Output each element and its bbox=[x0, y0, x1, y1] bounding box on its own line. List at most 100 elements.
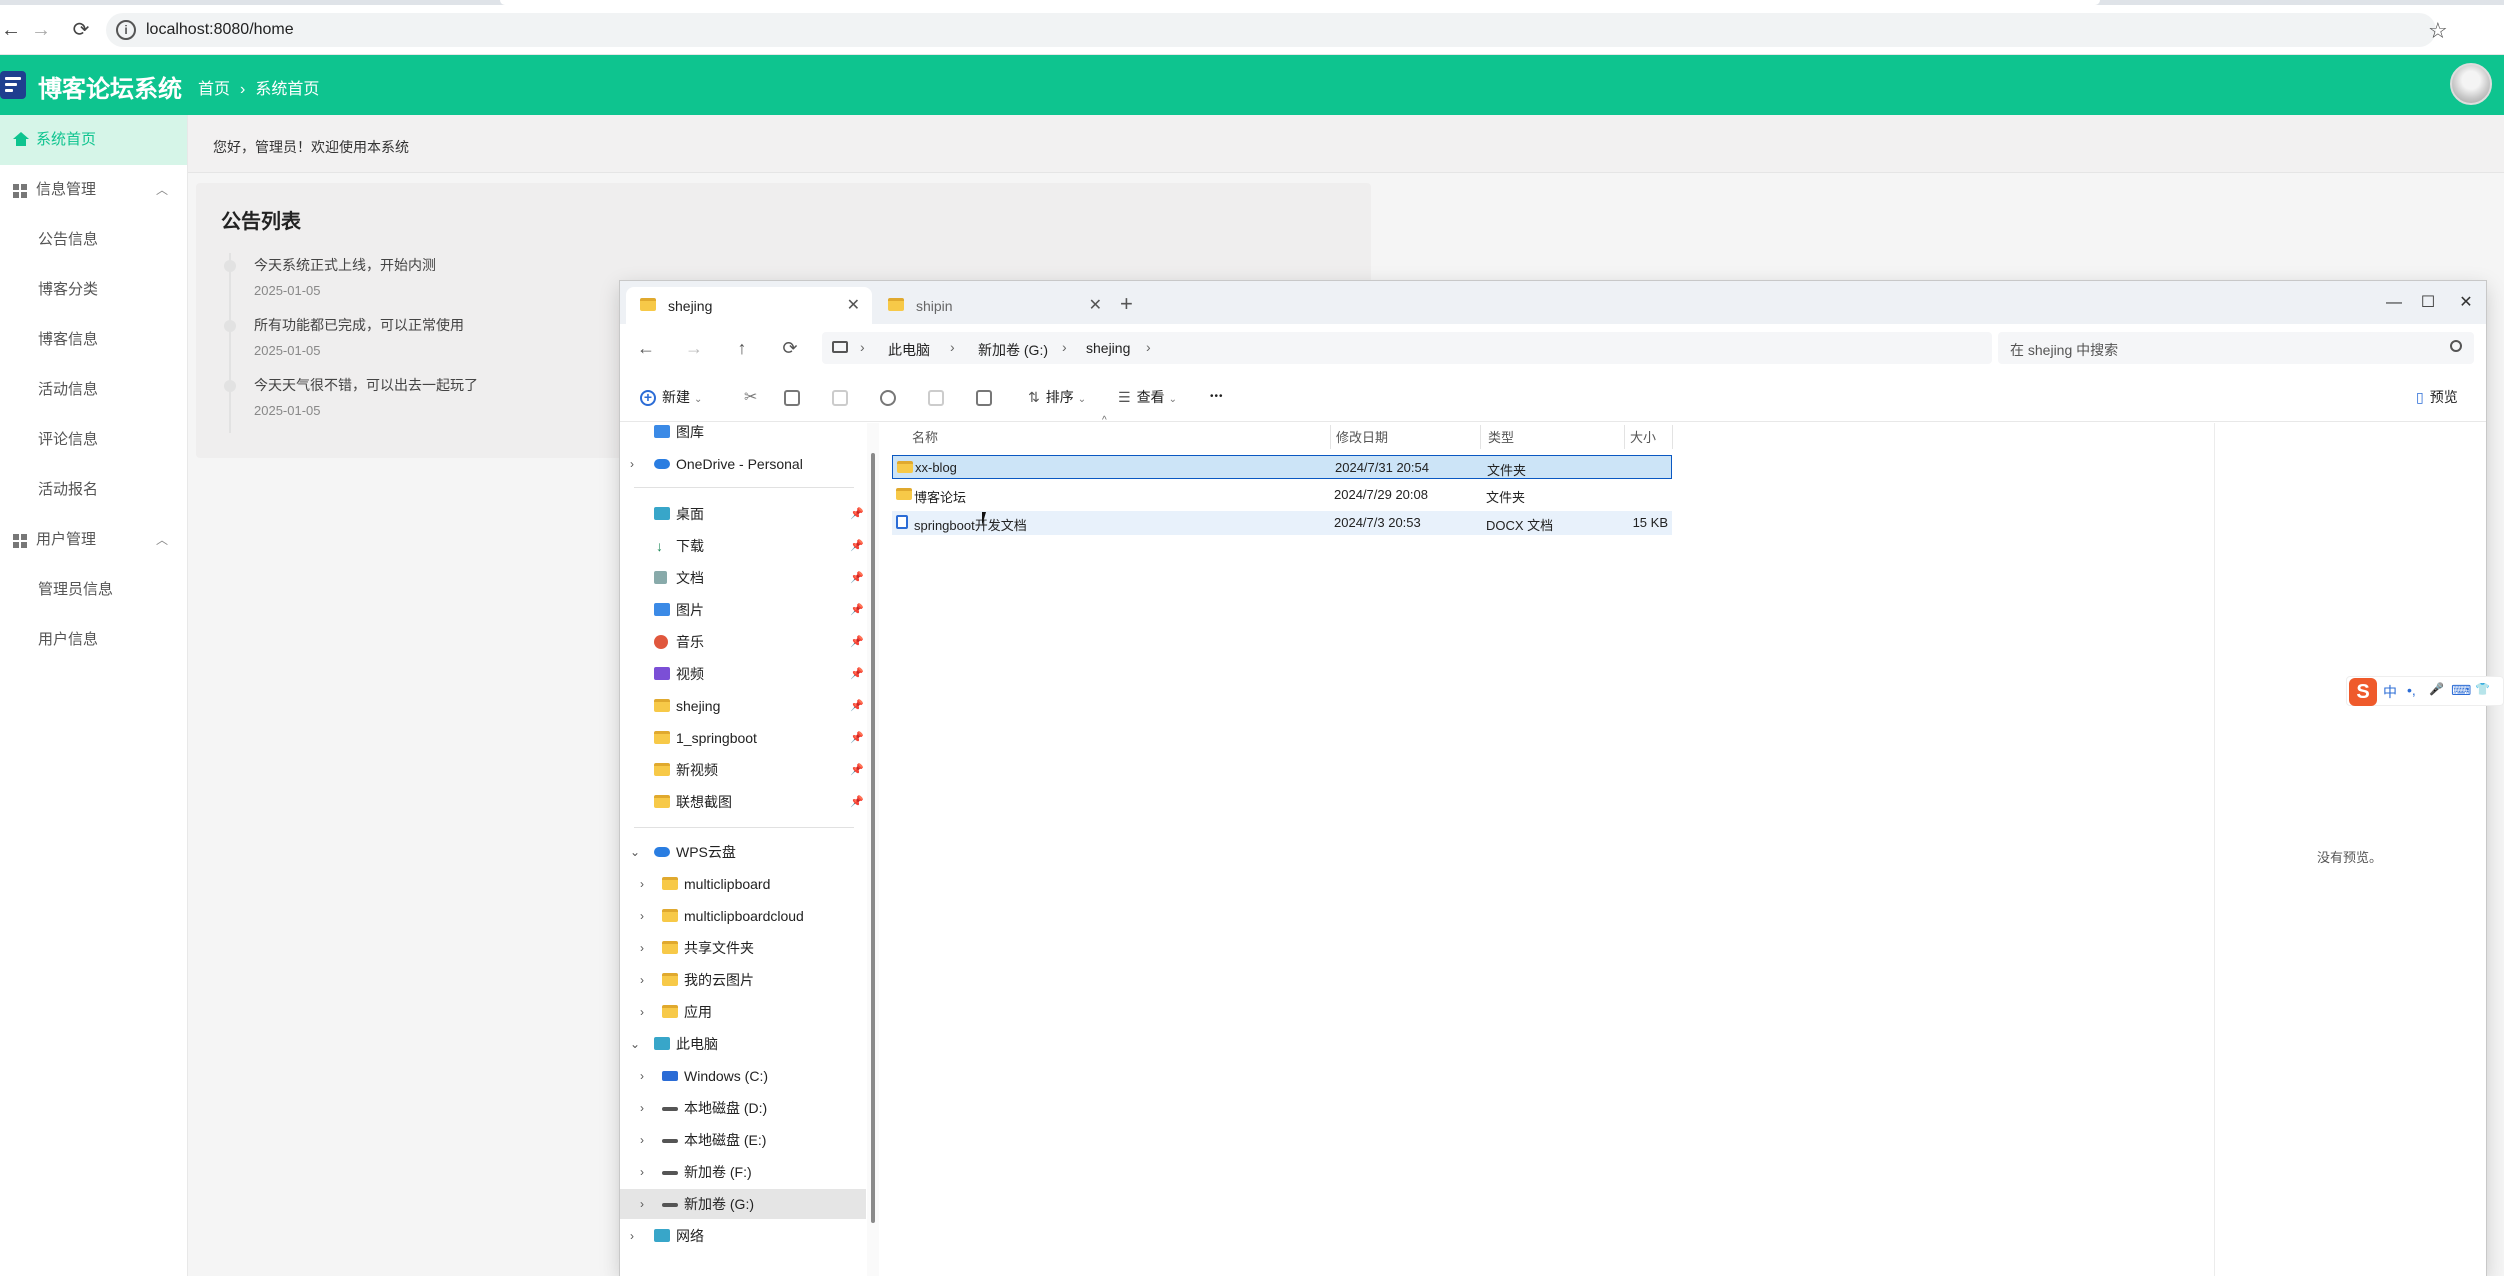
chevron-right-icon[interactable]: › bbox=[640, 1157, 644, 1187]
explorer-search-input[interactable]: 在 shejing 中搜索 bbox=[1998, 332, 2474, 364]
menu-item-home[interactable]: 系统首页 bbox=[0, 115, 187, 165]
nav-item-apps[interactable]: › 应用 bbox=[620, 997, 866, 1027]
delete-button[interactable] bbox=[976, 386, 992, 408]
menu-item-notice[interactable]: 公告信息 bbox=[0, 215, 187, 265]
nav-item-this-pc[interactable]: ⌄ 此电脑 bbox=[620, 1029, 866, 1059]
menu-item-activity-signup[interactable]: 活动报名 bbox=[0, 465, 187, 515]
address-segment[interactable]: shejing bbox=[1086, 340, 1130, 356]
nav-item-videos[interactable]: 视频 📌 bbox=[620, 659, 866, 689]
nav-item-documents[interactable]: 文档 📌 bbox=[620, 563, 866, 593]
menu-item-comment-info[interactable]: 评论信息 bbox=[0, 415, 187, 465]
column-divider[interactable] bbox=[1330, 425, 1331, 449]
nav-item-onedrive[interactable]: › OneDrive - Personal bbox=[620, 449, 866, 479]
explorer-refresh-button[interactable]: ⟳ bbox=[778, 336, 802, 360]
more-options-button[interactable]: ••• bbox=[1210, 386, 1224, 408]
explorer-address-bar[interactable]: › 此电脑 › 新加卷 (G:) › shejing › bbox=[822, 332, 1992, 364]
share-button[interactable] bbox=[928, 386, 944, 408]
chevron-right-icon[interactable]: › bbox=[640, 1125, 644, 1155]
nav-item-drive-e[interactable]: › 本地磁盘 (E:) bbox=[620, 1125, 866, 1155]
explorer-up-button[interactable]: ↑ bbox=[730, 336, 754, 360]
scrollbar-thumb[interactable] bbox=[871, 453, 875, 1223]
copy-button[interactable] bbox=[784, 386, 800, 408]
bookmark-star-icon[interactable]: ☆ bbox=[2428, 18, 2448, 44]
nav-item-drive-d[interactable]: › 本地磁盘 (D:) bbox=[620, 1093, 866, 1123]
explorer-tab-shejing[interactable]: shejing ✕ bbox=[626, 287, 872, 324]
nav-item-new-videos[interactable]: 新视频 📌 bbox=[620, 755, 866, 785]
nav-item-gallery[interactable]: 图库 bbox=[620, 423, 866, 447]
chevron-right-icon[interactable]: › bbox=[630, 449, 634, 479]
nav-item-springboot[interactable]: 1_springboot 📌 bbox=[620, 723, 866, 753]
maximize-button[interactable]: ☐ bbox=[2408, 289, 2448, 317]
chevron-right-icon[interactable]: › bbox=[640, 1189, 644, 1219]
nav-item-drive-g[interactable]: › 新加卷 (G:) bbox=[620, 1189, 866, 1219]
view-button[interactable]: ☰ 查看 ⌄ bbox=[1118, 386, 1177, 408]
preview-pane-button[interactable]: ▯ 预览 bbox=[2416, 386, 2458, 408]
address-segment[interactable]: 此电脑 bbox=[888, 340, 930, 360]
menu-item-blog-info[interactable]: 博客信息 bbox=[0, 315, 187, 365]
chevron-right-icon[interactable]: › bbox=[640, 965, 644, 995]
nav-item-drive-f[interactable]: › 新加卷 (F:) bbox=[620, 1157, 866, 1187]
chevron-right-icon[interactable]: › bbox=[640, 901, 644, 931]
nav-item-music[interactable]: 音乐 📌 bbox=[620, 627, 866, 657]
sort-button[interactable]: ⇅ 排序 ⌄ bbox=[1028, 386, 1086, 408]
new-button[interactable]: + 新建 ⌄ bbox=[640, 386, 702, 408]
column-divider[interactable] bbox=[1672, 425, 1673, 449]
url-text[interactable]: localhost:8080/home bbox=[146, 21, 294, 39]
new-tab-button[interactable]: + bbox=[1120, 291, 1133, 317]
file-row[interactable]: springboot开发文档 2024/7/3 20:53 DOCX 文档 15… bbox=[892, 511, 1672, 535]
nav-item-cloud-pictures[interactable]: › 我的云图片 bbox=[620, 965, 866, 995]
menu-item-activity-info[interactable]: 活动信息 bbox=[0, 365, 187, 415]
chevron-down-icon[interactable]: ⌄ bbox=[630, 1029, 640, 1059]
column-divider[interactable] bbox=[1480, 425, 1481, 449]
menu-group-info[interactable]: 信息管理 ︿ bbox=[0, 165, 187, 215]
menu-item-blog-category[interactable]: 博客分类 bbox=[0, 265, 187, 315]
tab-close-icon[interactable]: ✕ bbox=[1089, 295, 1102, 315]
paste-button[interactable] bbox=[832, 386, 848, 408]
nav-pane-scrollbar[interactable] bbox=[867, 423, 879, 1276]
chevron-right-icon[interactable]: › bbox=[640, 869, 644, 899]
breadcrumb-home[interactable]: 首页 bbox=[198, 81, 230, 98]
nav-item-multiclipboardcloud[interactable]: › multiclipboardcloud bbox=[620, 901, 866, 931]
user-avatar[interactable] bbox=[2450, 63, 2492, 105]
ime-punctuation-toggle[interactable]: •, bbox=[2407, 682, 2416, 698]
nav-item-drive-c[interactable]: › Windows (C:) bbox=[620, 1061, 866, 1091]
column-header-name[interactable]: 名称 bbox=[912, 427, 938, 446]
site-info-icon[interactable]: i bbox=[116, 20, 136, 40]
tab-close-icon[interactable]: ✕ bbox=[847, 295, 860, 315]
chevron-right-icon[interactable]: › bbox=[640, 933, 644, 963]
menu-group-user[interactable]: 用户管理 ︿ bbox=[0, 515, 187, 565]
chevron-right-icon[interactable]: › bbox=[640, 997, 644, 1027]
nav-item-downloads[interactable]: ↓ 下载 📌 bbox=[620, 531, 866, 561]
address-bar[interactable]: i localhost:8080/home bbox=[106, 13, 2436, 47]
nav-item-shared-folder[interactable]: › 共享文件夹 bbox=[620, 933, 866, 963]
file-row[interactable]: 博客论坛 2024/7/29 20:08 文件夹 bbox=[892, 483, 1672, 507]
rename-button[interactable] bbox=[880, 386, 896, 408]
nav-item-pictures[interactable]: 图片 📌 bbox=[620, 595, 866, 625]
nav-item-wps-cloud[interactable]: ⌄ WPS云盘 bbox=[620, 837, 866, 867]
column-divider[interactable] bbox=[1624, 425, 1625, 449]
nav-item-desktop[interactable]: 桌面 📌 bbox=[620, 499, 866, 529]
column-header-type[interactable]: 类型 bbox=[1488, 427, 1514, 446]
file-row[interactable]: xx-blog 2024/7/31 20:54 文件夹 bbox=[892, 455, 1672, 479]
column-header-size[interactable]: 大小 bbox=[1630, 427, 1656, 446]
browser-forward-button[interactable]: → bbox=[26, 15, 56, 45]
chevron-right-icon[interactable]: › bbox=[640, 1061, 644, 1091]
nav-item-multiclipboard[interactable]: › multiclipboard bbox=[620, 869, 866, 899]
chevron-right-icon[interactable]: › bbox=[640, 1093, 644, 1123]
microphone-icon[interactable]: 🎤 bbox=[2429, 682, 2444, 696]
menu-item-user-info[interactable]: 用户信息 bbox=[0, 615, 187, 665]
explorer-back-button[interactable]: ← bbox=[634, 336, 658, 360]
explorer-tab-shipin[interactable]: shipin ✕ bbox=[874, 287, 1114, 324]
cut-button[interactable]: ✂ bbox=[744, 386, 757, 408]
skin-icon[interactable]: 👕 bbox=[2475, 682, 2490, 696]
explorer-forward-button[interactable]: → bbox=[682, 336, 706, 360]
browser-reload-button[interactable]: ⟳ bbox=[66, 15, 96, 45]
address-segment[interactable]: 新加卷 (G:) bbox=[978, 340, 1048, 360]
nav-item-network[interactable]: › 网络 bbox=[620, 1221, 866, 1251]
browser-back-button[interactable]: ← bbox=[0, 15, 26, 45]
sogou-logo-icon[interactable]: S bbox=[2349, 678, 2377, 706]
nav-item-lenovo-screenshots[interactable]: 联想截图 📌 bbox=[620, 787, 866, 817]
chevron-down-icon[interactable]: ⌄ bbox=[630, 837, 640, 867]
close-window-button[interactable]: ✕ bbox=[2446, 289, 2486, 317]
column-header-date[interactable]: 修改日期 bbox=[1336, 427, 1388, 446]
